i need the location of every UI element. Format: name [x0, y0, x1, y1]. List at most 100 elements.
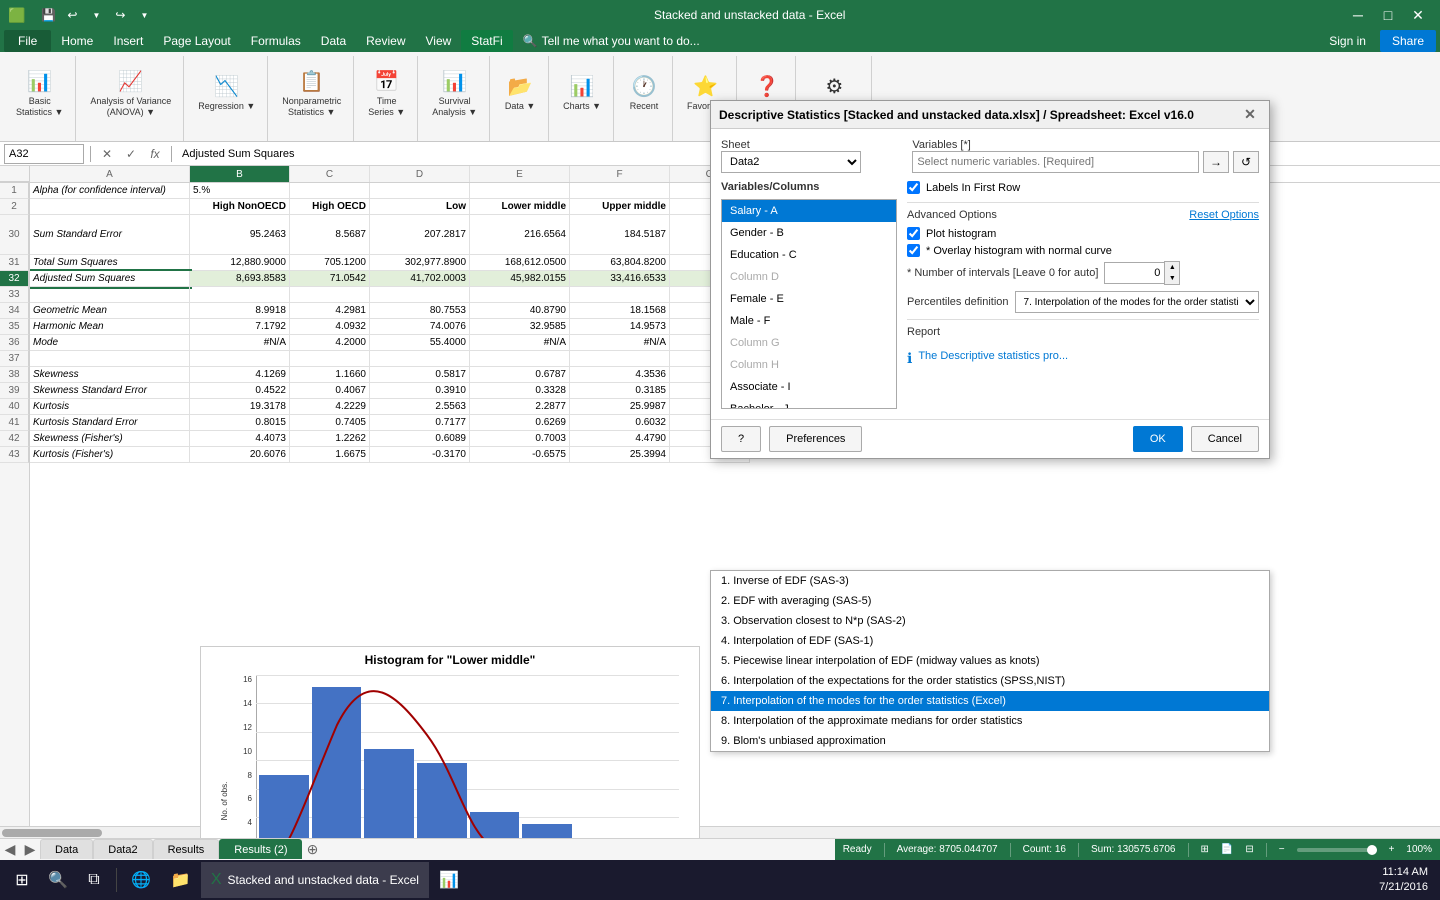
cell-f33[interactable] — [570, 287, 670, 303]
ribbon-btn-anova[interactable]: 📈 Analysis of Variance(ANOVA) ▼ — [84, 60, 177, 126]
var-item-male[interactable]: Male - F — [722, 310, 896, 332]
cell-c1[interactable] — [290, 183, 370, 199]
cell-c31[interactable]: 705.1200 — [290, 255, 370, 271]
cell-d40[interactable]: 2.5563 — [370, 399, 470, 415]
menu-tell-me[interactable]: 🔍 Tell me what you want to do... — [513, 30, 710, 52]
cell-c41[interactable]: 0.7405 — [290, 415, 370, 431]
sheet-select[interactable]: Data2 — [721, 151, 861, 173]
minimize-btn[interactable]: ─ — [1344, 4, 1372, 26]
cell-e30[interactable]: 216.6564 — [470, 215, 570, 255]
add-sheet-btn[interactable]: ◀ — [0, 839, 20, 859]
cell-b35[interactable]: 7.1792 — [190, 319, 290, 335]
qa-dropdown[interactable]: ▼ — [133, 4, 155, 26]
maximize-btn[interactable]: □ — [1374, 4, 1402, 26]
vars-arrow-btn[interactable]: → — [1203, 151, 1229, 173]
menu-formulas[interactable]: Formulas — [241, 30, 311, 52]
cell-a1[interactable]: Alpha (for confidence interval) — [30, 183, 190, 199]
task-view-btn[interactable]: ⧉ — [76, 862, 112, 898]
cell-a38[interactable]: Skewness — [30, 367, 190, 383]
cell-reference-input[interactable]: A32 — [4, 144, 84, 164]
cell-c37[interactable] — [290, 351, 370, 367]
percentiles-select[interactable]: 7. Interpolation of the modes for the or… — [1015, 291, 1259, 313]
menu-insert[interactable]: Insert — [103, 30, 153, 52]
cell-a34[interactable]: Geometric Mean — [30, 303, 190, 319]
cell-e1[interactable] — [470, 183, 570, 199]
taskbar-explorer[interactable]: 📁 — [161, 862, 201, 898]
cell-a43[interactable]: Kurtosis (Fisher's) — [30, 447, 190, 463]
cell-d39[interactable]: 0.3910 — [370, 383, 470, 399]
cell-b40[interactable]: 19.3178 — [190, 399, 290, 415]
close-btn[interactable]: ✕ — [1404, 4, 1432, 26]
overlay-normal-checkbox[interactable] — [907, 244, 920, 257]
ribbon-btn-charts[interactable]: 📊 Charts ▼ — [557, 60, 607, 126]
cell-f32[interactable]: 33,416.6533 — [570, 271, 670, 287]
cell-c30[interactable]: 8.5687 — [290, 215, 370, 255]
cell-f41[interactable]: 0.6032 — [570, 415, 670, 431]
dropdown-option-4[interactable]: 4. Interpolation of EDF (SAS-1) — [711, 631, 1269, 651]
menu-data[interactable]: Data — [311, 30, 356, 52]
reset-options-link[interactable]: Reset Options — [1189, 209, 1259, 221]
col-header-d[interactable]: D — [370, 166, 470, 182]
vars-clear-btn[interactable]: ↺ — [1233, 151, 1259, 173]
var-item-female[interactable]: Female - E — [722, 288, 896, 310]
save-btn[interactable]: 💾 — [37, 4, 59, 26]
var-item-associate[interactable]: Associate - I — [722, 376, 896, 398]
vars-input[interactable] — [912, 151, 1199, 173]
cell-f36[interactable]: #N/A — [570, 335, 670, 351]
cell-a31[interactable]: Total Sum Squares — [30, 255, 190, 271]
cell-b41[interactable]: 0.8015 — [190, 415, 290, 431]
var-item-salary[interactable]: Salary - A — [722, 200, 896, 222]
zoom-out-btn[interactable]: − — [1279, 844, 1285, 855]
cell-f30[interactable]: 184.5187 — [570, 215, 670, 255]
cell-c38[interactable]: 1.1660 — [290, 367, 370, 383]
cell-f39[interactable]: 0.3185 — [570, 383, 670, 399]
cell-b37[interactable] — [190, 351, 290, 367]
cell-b36[interactable]: #N/A — [190, 335, 290, 351]
cell-e41[interactable]: 0.6269 — [470, 415, 570, 431]
taskbar-statfi[interactable]: 📊 — [429, 862, 469, 898]
var-item-bachelor[interactable]: Bachelor - J — [722, 398, 896, 409]
col-header-e[interactable]: E — [470, 166, 570, 182]
cell-d42[interactable]: 0.6089 — [370, 431, 470, 447]
cell-f34[interactable]: 18.1568 — [570, 303, 670, 319]
cell-e43[interactable]: -0.6575 — [470, 447, 570, 463]
menu-page-layout[interactable]: Page Layout — [153, 30, 240, 52]
cell-b38[interactable]: 4.1269 — [190, 367, 290, 383]
cell-d35[interactable]: 74.0076 — [370, 319, 470, 335]
accept-formula-btn[interactable]: ✓ — [121, 144, 141, 164]
cell-a36[interactable]: Mode — [30, 335, 190, 351]
cell-c35[interactable]: 4.0932 — [290, 319, 370, 335]
cell-e31[interactable]: 168,612.0500 — [470, 255, 570, 271]
cell-a39[interactable]: Skewness Standard Error — [30, 383, 190, 399]
page-layout-btn[interactable]: 📄 — [1221, 844, 1233, 855]
menu-signin[interactable]: Sign in — [1319, 30, 1376, 52]
cell-a30[interactable]: Sum Standard Error — [30, 215, 190, 255]
cell-e33[interactable] — [470, 287, 570, 303]
cell-c32[interactable]: 71.0542 — [290, 271, 370, 287]
var-item-education[interactable]: Education - C — [722, 244, 896, 266]
spin-up[interactable]: ▲ — [1165, 262, 1179, 273]
col-header-f[interactable]: F — [570, 166, 670, 182]
zoom-slider-thumb[interactable] — [1367, 845, 1377, 855]
ribbon-btn-data[interactable]: 📂 Data ▼ — [498, 60, 542, 126]
cell-c33[interactable] — [290, 287, 370, 303]
dropdown-option-1[interactable]: 1. Inverse of EDF (SAS-3) — [711, 571, 1269, 591]
sheet-tab-data2[interactable]: Data2 — [93, 839, 152, 859]
cell-d1[interactable] — [370, 183, 470, 199]
cell-e39[interactable]: 0.3328 — [470, 383, 570, 399]
undo-dropdown[interactable]: ▼ — [85, 4, 107, 26]
menu-view[interactable]: View — [416, 30, 462, 52]
col-header-b[interactable]: B — [190, 166, 290, 182]
help-footer-btn[interactable]: ? — [721, 426, 761, 452]
insert-function-btn[interactable]: fx — [145, 144, 165, 164]
cell-b1[interactable]: 5.% — [190, 183, 290, 199]
menu-statfi[interactable]: StatFi — [461, 30, 512, 52]
cell-b32[interactable]: 8,693.8583 — [190, 271, 290, 287]
cell-e38[interactable]: 0.6787 — [470, 367, 570, 383]
ribbon-btn-regression[interactable]: 📉 Regression ▼ — [192, 60, 261, 126]
ribbon-btn-recent[interactable]: 🕐 Recent — [622, 60, 666, 126]
cell-f1[interactable] — [570, 183, 670, 199]
cell-e40[interactable]: 2.2877 — [470, 399, 570, 415]
cell-d2[interactable]: Low — [370, 199, 470, 215]
cell-b39[interactable]: 0.4522 — [190, 383, 290, 399]
